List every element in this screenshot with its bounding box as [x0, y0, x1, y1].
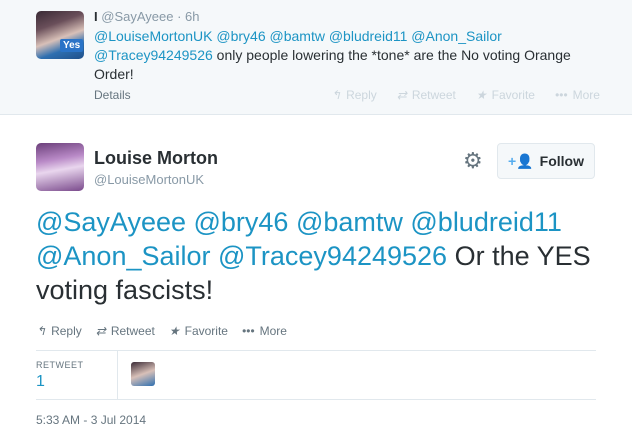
follow-button[interactable]: +👤 Follow: [497, 143, 595, 179]
retweet-stat-label: RETWEET: [36, 360, 84, 370]
parent-more-button[interactable]: ••• More: [555, 88, 600, 102]
parent-retweet-button[interactable]: ⇄ Retweet: [397, 88, 456, 102]
parent-actions: ↰ Reply ⇄ Retweet ★ Favorite ••• More: [331, 88, 600, 102]
retweet-icon: ⇄: [396, 88, 407, 102]
retweet-button[interactable]: ⇄ Retweet: [96, 324, 155, 338]
follow-user-icon: +👤: [508, 152, 534, 169]
favorite-button[interactable]: ★ Favorite: [169, 324, 228, 338]
tweet-actions: ↰ Reply ⇄ Retweet ★ Favorite ••• More: [36, 324, 287, 338]
more-icon: •••: [554, 88, 568, 102]
retweet-count[interactable]: 1: [36, 373, 45, 391]
parent-author-handle[interactable]: @SayAyeee: [101, 9, 173, 24]
gear-icon[interactable]: ⚙: [463, 148, 483, 174]
retweet-icon: ⇄: [95, 324, 106, 338]
follow-label: Follow: [539, 153, 584, 169]
parent-tweet-time[interactable]: · 6h: [177, 9, 199, 24]
avatar-badge: Yes: [60, 39, 84, 52]
parent-reply-button[interactable]: ↰ Reply: [331, 88, 377, 102]
star-icon: ★: [475, 88, 487, 102]
tweet-timestamp[interactable]: 5:33 AM - 3 Jul 2014: [36, 413, 146, 427]
parent-avatar[interactable]: Yes: [36, 11, 84, 59]
parent-tweet-header: I @SayAyeee · 6h: [94, 9, 200, 24]
author-avatar[interactable]: [36, 143, 84, 191]
tweet-stats: RETWEET 1: [36, 350, 596, 400]
parent-tweet[interactable]: Yes I @SayAyeee · 6h @LouiseMortonUK @br…: [0, 0, 632, 115]
star-icon: ★: [168, 324, 180, 338]
more-button[interactable]: ••• More: [242, 324, 287, 338]
author-name[interactable]: Louise Morton: [94, 148, 218, 169]
reply-icon: ↰: [331, 88, 342, 102]
more-icon: •••: [241, 324, 255, 338]
details-link[interactable]: Details: [94, 88, 131, 102]
stat-divider: [117, 351, 118, 399]
retweeter-avatar[interactable]: [131, 362, 155, 386]
tweet-text: @SayAyeee @bry46 @bamtw @bludreid11 @Ano…: [36, 205, 606, 307]
author-handle[interactable]: @LouiseMortonUK: [94, 172, 204, 187]
parent-tweet-text: @LouiseMortonUK @bry46 @bamtw @bludreid1…: [94, 27, 604, 84]
reply-icon: ↰: [36, 324, 47, 338]
parent-author-name[interactable]: I: [94, 9, 98, 24]
reply-button[interactable]: ↰ Reply: [36, 324, 82, 338]
parent-favorite-button[interactable]: ★ Favorite: [476, 88, 535, 102]
